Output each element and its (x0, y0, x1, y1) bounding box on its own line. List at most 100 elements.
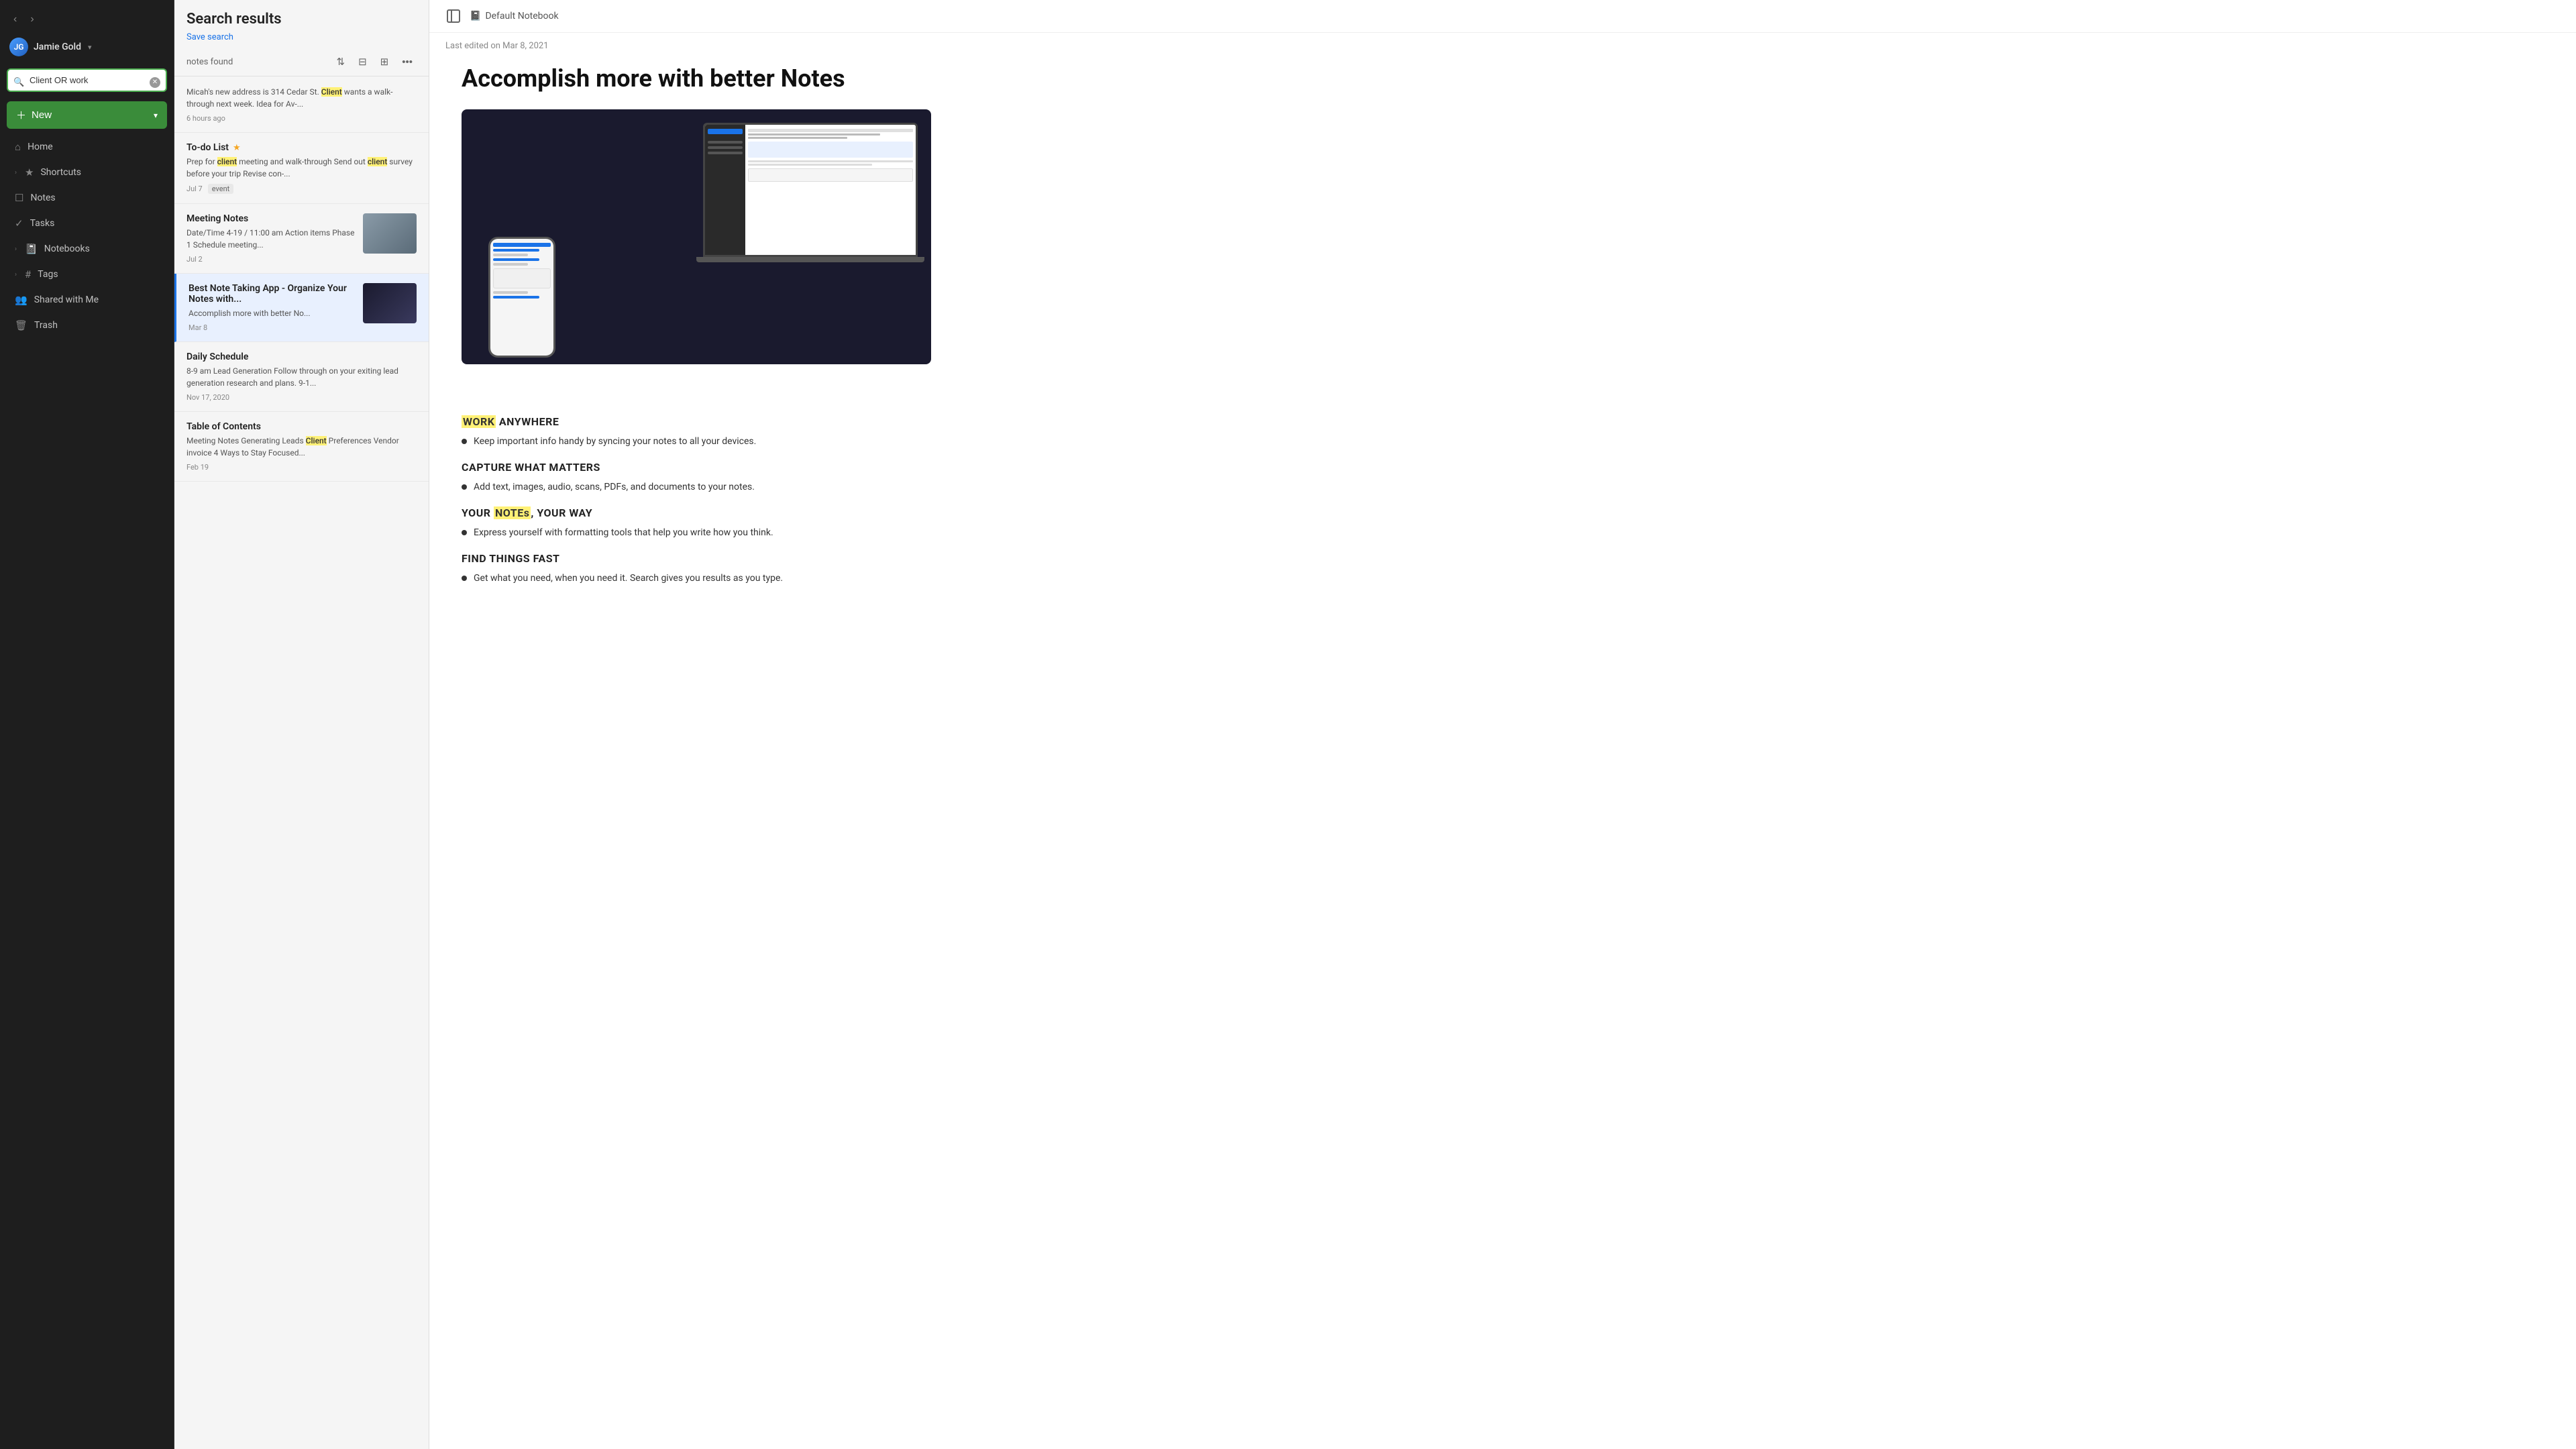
nav-back-button[interactable]: ‹ (9, 12, 21, 27)
note-title: Table of Contents (186, 421, 261, 432)
sidebar-item-shared-label: Shared with Me (34, 294, 99, 305)
laptop-mockup (703, 123, 918, 270)
more-options-button[interactable]: ••• (398, 54, 417, 70)
note-main-title: Accomplish more with better Notes (462, 64, 1001, 93)
note-date: Nov 17, 2020 (186, 393, 229, 402)
device-mockup (462, 109, 931, 364)
note-preview: 8-9 am Lead Generation Follow through on… (186, 365, 417, 389)
section-heading: WORK ANYWHERE (462, 415, 2544, 428)
bullet-dot (462, 439, 467, 444)
note-preview: Date/Time 4-19 / 11:00 am Action items P… (186, 227, 356, 251)
note-date: 6 hours ago (186, 114, 225, 123)
note-item-header: Table of Contents (186, 421, 417, 432)
search-input[interactable] (7, 68, 167, 92)
search-clear-button[interactable]: ✕ (150, 77, 160, 88)
save-search-link[interactable]: Save search (186, 32, 233, 42)
nav-forward-button[interactable]: › (26, 12, 38, 27)
bullet-dot (462, 576, 467, 581)
search-results-title: Search results (186, 11, 417, 28)
sidebar-item-shortcuts-label: Shortcuts (40, 167, 81, 178)
sidebar-item-trash-label: Trash (34, 320, 58, 331)
sidebar-item-tasks-label: Tasks (30, 218, 55, 229)
note-meta: Jul 2 (186, 255, 356, 264)
sidebar-item-home[interactable]: ⌂ Home (4, 135, 170, 159)
trash-icon: 🗑 (15, 319, 28, 331)
note-preview: Micah's new address is 314 Cedar St. Cli… (186, 86, 417, 110)
notebooks-icon: 📓 (25, 243, 38, 255)
note-date: Jul 7 (186, 184, 203, 193)
sidebar-item-notes[interactable]: ☐ Notes (4, 186, 170, 210)
sidebar-item-shortcuts[interactable]: › ★ Shortcuts (4, 160, 170, 184)
bullet-text: Add text, images, audio, scans, PDFs, an… (474, 480, 755, 494)
tags-expand-icon: › (15, 271, 17, 278)
tasks-icon: ✓ (15, 217, 23, 229)
sidebar-item-tasks[interactable]: ✓ Tasks (4, 211, 170, 235)
note-item-best-app[interactable]: Best Note Taking App - Organize Your Not… (174, 274, 429, 342)
notes-icon: ☐ (15, 192, 23, 204)
user-row[interactable]: JG Jamie Gold ▾ (0, 34, 174, 66)
avatar: JG (9, 38, 28, 56)
note-item-toc[interactable]: Table of Contents Meeting Notes Generati… (174, 412, 429, 482)
note-content-body: Accomplish more with better Notes (429, 51, 1033, 399)
note-item-daily[interactable]: Daily Schedule 8-9 am Lead Generation Fo… (174, 342, 429, 412)
content-header: 📓 Default Notebook (429, 0, 2576, 33)
note-meta: Mar 8 (189, 323, 356, 332)
note-date: Feb 19 (186, 463, 209, 472)
results-toolbar: notes found ⇅ ⊟ ⊞ ••• (174, 48, 429, 76)
results-count: notes found (186, 57, 327, 67)
view-toggle-button[interactable]: ⊞ (376, 53, 393, 70)
sort-button[interactable]: ⇅ (333, 53, 350, 70)
sidebar-item-tags[interactable]: › # Tags (4, 262, 170, 286)
new-button[interactable]: ＋ New ▾ (7, 101, 167, 129)
note-title: Daily Schedule (186, 352, 248, 362)
note-title: Meeting Notes (186, 213, 248, 224)
note-item-meeting[interactable]: Meeting Notes Date/Time 4-19 / 11:00 am … (174, 204, 429, 274)
shared-icon: 👥 (15, 294, 28, 306)
note-body-sections: WORK ANYWHERE Keep important info handy … (429, 399, 2576, 614)
tags-icon: # (25, 268, 31, 280)
note-title: Best Note Taking App - Organize Your Not… (189, 283, 356, 305)
plus-icon: ＋ (16, 108, 26, 122)
sidebar-item-notes-label: Notes (30, 193, 55, 203)
phone-mockup (488, 237, 555, 358)
bullet-item: Get what you need, when you need it. Sea… (462, 572, 2544, 586)
book-icon: 📓 (470, 11, 481, 21)
section-capture: CAPTURE WHAT MATTERS Add text, images, a… (462, 461, 2544, 494)
notebook-name: 📓 Default Notebook (470, 11, 559, 21)
sidebar-item-trash[interactable]: 🗑 Trash (4, 313, 170, 337)
new-button-label: New (32, 109, 52, 121)
sidebar-item-notebooks-label: Notebooks (44, 244, 90, 254)
sidebar-item-notebooks[interactable]: › 📓 Notebooks (4, 237, 170, 261)
shortcuts-expand-icon: › (15, 169, 17, 176)
bullet-text: Keep important info handy by syncing you… (474, 435, 756, 449)
sidebar: ‹ › JG Jamie Gold ▾ 🔍 ✕ ＋ New ▾ ⌂ Home ›… (0, 0, 174, 1449)
note-with-image: Best Note Taking App - Organize Your Not… (189, 283, 417, 332)
notebook-icon-button[interactable] (445, 8, 462, 24)
bullet-item: Add text, images, audio, scans, PDFs, an… (462, 480, 2544, 494)
bullet-item: Express yourself with formatting tools t… (462, 526, 2544, 540)
note-item-todo[interactable]: To-do List ★ Prep for client meeting and… (174, 133, 429, 204)
note-item-header: Daily Schedule (186, 352, 417, 362)
note-meta: Jul 7 event (186, 184, 417, 194)
note-meta: 6 hours ago (186, 114, 417, 123)
back-icon (445, 8, 462, 24)
note-thumbnail (363, 213, 417, 254)
filter-button[interactable]: ⊟ (354, 53, 371, 70)
note-preview: Accomplish more with better No... (189, 307, 356, 319)
bullet-text: Express yourself with formatting tools t… (474, 526, 773, 540)
note-meta: Nov 17, 2020 (186, 393, 417, 402)
section-your-way: YOUR NOTEs, YOUR WAY Express yourself wi… (462, 506, 2544, 540)
sidebar-item-shared[interactable]: 👥 Shared with Me (4, 288, 170, 312)
note-item-header: To-do List ★ (186, 142, 417, 153)
note-item-1[interactable]: Micah's new address is 314 Cedar St. Cli… (174, 76, 429, 133)
note-preview: Prep for client meeting and walk-through… (186, 156, 417, 180)
section-heading: CAPTURE WHAT MATTERS (462, 461, 2544, 474)
notebooks-expand-icon: › (15, 246, 17, 253)
sidebar-item-home-label: Home (28, 142, 53, 152)
note-preview: Meeting Notes Generating Leads Client Pr… (186, 435, 417, 459)
section-work-anywhere: WORK ANYWHERE Keep important info handy … (462, 415, 2544, 449)
search-container: 🔍 ✕ (0, 66, 174, 99)
note-content-panel: 📓 Default Notebook Last edited on Mar 8,… (429, 0, 2576, 1449)
note-date: Mar 8 (189, 323, 207, 332)
sidebar-item-tags-label: Tags (38, 269, 58, 280)
